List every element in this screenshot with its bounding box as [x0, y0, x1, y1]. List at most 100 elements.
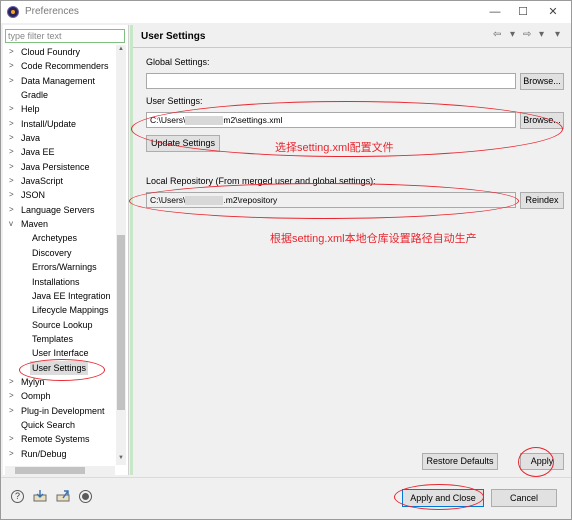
chevron-right-icon[interactable]: >	[9, 59, 17, 73]
preferences-sidebar: type filter text > Cloud Foundry > Code Rec…	[3, 25, 129, 475]
settings-page: User Settings ⇦ ▾ ⇨ ▾ ▾ Global Settings:…	[129, 25, 571, 477]
sidebar-item-label: Oomph	[21, 391, 51, 402]
chevron-right-icon[interactable]: >	[9, 160, 17, 174]
sidebar-item[interactable]: > Data Management	[3, 74, 115, 88]
sidebar-item[interactable]: > Help	[3, 102, 115, 116]
sidebar-item-label: Discovery	[32, 247, 72, 258]
sidebar-item-label: Help	[21, 104, 40, 115]
sidebar-item-label: Quick Search	[21, 419, 76, 430]
forward-arrow-icon[interactable]: ⇨	[523, 29, 531, 40]
sidebar-item[interactable]: > JavaScript	[3, 174, 115, 188]
sidebar-item-label: Remote Systems	[21, 434, 90, 445]
sidebar-item-label: Installations	[32, 276, 80, 287]
record-icon[interactable]	[79, 490, 92, 503]
sidebar-item[interactable]: Quick Search	[3, 418, 115, 432]
sidebar-item-label: Language Servers	[21, 204, 95, 215]
scroll-up-icon[interactable]: ▲	[117, 46, 125, 52]
hscrollbar-thumb[interactable]	[15, 467, 85, 474]
tree-vertical-scrollbar[interactable]: ▲ ▼	[116, 45, 126, 465]
chevron-right-icon[interactable]: >	[9, 447, 17, 461]
annotation-ellipse-local-repo	[129, 183, 519, 219]
back-arrow-icon[interactable]: ⇦	[493, 29, 501, 40]
sidebar-item[interactable]: v Maven	[3, 217, 115, 231]
sidebar-item-label: Data Management	[21, 75, 96, 86]
scrollbar-thumb[interactable]	[117, 235, 125, 410]
chevron-right-icon[interactable]: >	[9, 203, 17, 217]
restore-defaults-button[interactable]: Restore Defaults	[422, 453, 498, 470]
global-browse-button[interactable]: Browse...	[520, 73, 564, 90]
eclipse-icon	[7, 6, 19, 18]
minimize-button[interactable]: —	[481, 3, 509, 21]
sidebar-item[interactable]: Java EE Integration	[3, 289, 115, 303]
sidebar-item[interactable]: > Java Persistence	[3, 160, 115, 174]
sidebar-item[interactable]: Archetypes	[3, 231, 115, 245]
sidebar-item[interactable]: > Cloud Foundry	[3, 45, 115, 59]
chevron-right-icon[interactable]: >	[9, 389, 17, 403]
sidebar-item[interactable]: > JSON	[3, 188, 115, 202]
sidebar-item[interactable]: > Plug-in Development	[3, 404, 115, 418]
sidebar-item[interactable]: Installations	[3, 275, 115, 289]
chevron-right-icon[interactable]: >	[9, 188, 17, 202]
view-menu-icon[interactable]: ▾	[555, 29, 560, 40]
sidebar-item-label: Cloud Foundry	[21, 47, 81, 57]
sidebar-item-label: Install/Update	[21, 118, 77, 129]
chevron-right-icon[interactable]: >	[9, 74, 17, 88]
sidebar-item[interactable]: > Remote Systems	[3, 432, 115, 446]
sidebar-item-label: Templates	[32, 333, 74, 344]
page-nav-tools: ⇦ ▾ ⇨ ▾ ▾	[493, 29, 565, 43]
chevron-down-icon[interactable]: v	[9, 217, 17, 231]
sidebar-item-label: Maven	[21, 219, 49, 230]
sidebar-item[interactable]: > Java EE	[3, 145, 115, 159]
maximize-button[interactable]: ☐	[509, 3, 537, 21]
user-settings-label: User Settings:	[146, 96, 203, 106]
sidebar-item-label: Source Lookup	[32, 319, 93, 330]
reindex-button[interactable]: Reindex	[520, 192, 564, 209]
dialog-button-bar: ? Apply and Close Cancel	[1, 477, 571, 519]
sidebar-item-label: Plug-in Development	[21, 405, 105, 416]
forward-dropdown-icon[interactable]: ▾	[539, 29, 544, 40]
sidebar-item[interactable]: > Oomph	[3, 389, 115, 403]
tree-horizontal-scrollbar[interactable]	[5, 466, 115, 475]
sidebar-item[interactable]: > Language Servers	[3, 203, 115, 217]
sidebar-item-label: Archetypes	[32, 233, 78, 244]
sidebar-item-label: Java Persistence	[21, 161, 90, 172]
sidebar-item-label: Java	[21, 133, 41, 144]
chevron-right-icon[interactable]: >	[9, 174, 17, 188]
sidebar-item[interactable]: Gradle	[3, 88, 115, 102]
preferences-window: Preferences — ☐ ✕ type filter text > Clou…	[0, 0, 572, 520]
export-icon[interactable]	[56, 490, 70, 502]
sidebar-item[interactable]: Discovery	[3, 246, 115, 260]
header-divider	[133, 47, 571, 48]
sidebar-item[interactable]: Source Lookup	[3, 318, 115, 332]
cancel-button[interactable]: Cancel	[491, 489, 557, 507]
sidebar-item[interactable]: > Java	[3, 131, 115, 145]
sidebar-item-label: Java EE	[21, 147, 55, 158]
chevron-right-icon[interactable]: >	[9, 145, 17, 159]
import-icon[interactable]	[33, 490, 47, 502]
chevron-right-icon[interactable]: >	[9, 375, 17, 389]
sidebar-item[interactable]: > Code Recommenders	[3, 59, 115, 73]
filter-input[interactable]: type filter text	[5, 29, 125, 43]
sidebar-item[interactable]: Templates	[3, 332, 115, 346]
sidebar-item-label: Lifecycle Mappings	[32, 305, 109, 316]
chevron-right-icon[interactable]: >	[9, 404, 17, 418]
back-dropdown-icon[interactable]: ▾	[510, 29, 515, 40]
sidebar-item[interactable]: > Run/Debug	[3, 447, 115, 461]
global-settings-label: Global Settings:	[146, 57, 210, 67]
chevron-right-icon[interactable]: >	[9, 432, 17, 446]
annotation-ellipse-apply	[518, 447, 554, 477]
sidebar-item[interactable]: > Install/Update	[3, 117, 115, 131]
scroll-down-icon[interactable]: ▼	[117, 455, 125, 461]
global-settings-field[interactable]	[146, 73, 516, 89]
sidebar-item[interactable]: Lifecycle Mappings	[3, 303, 115, 317]
chevron-right-icon[interactable]: >	[9, 45, 17, 59]
chevron-right-icon[interactable]: >	[9, 102, 17, 116]
page-title: User Settings	[141, 31, 206, 42]
help-icon[interactable]: ?	[11, 490, 24, 503]
sidebar-item-label: JavaScript	[21, 176, 64, 187]
chevron-right-icon[interactable]: >	[9, 117, 17, 131]
sidebar-item[interactable]: Errors/Warnings	[3, 260, 115, 274]
annotation-ellipse-apply-close	[394, 484, 484, 510]
close-button[interactable]: ✕	[539, 3, 567, 21]
chevron-right-icon[interactable]: >	[9, 131, 17, 145]
